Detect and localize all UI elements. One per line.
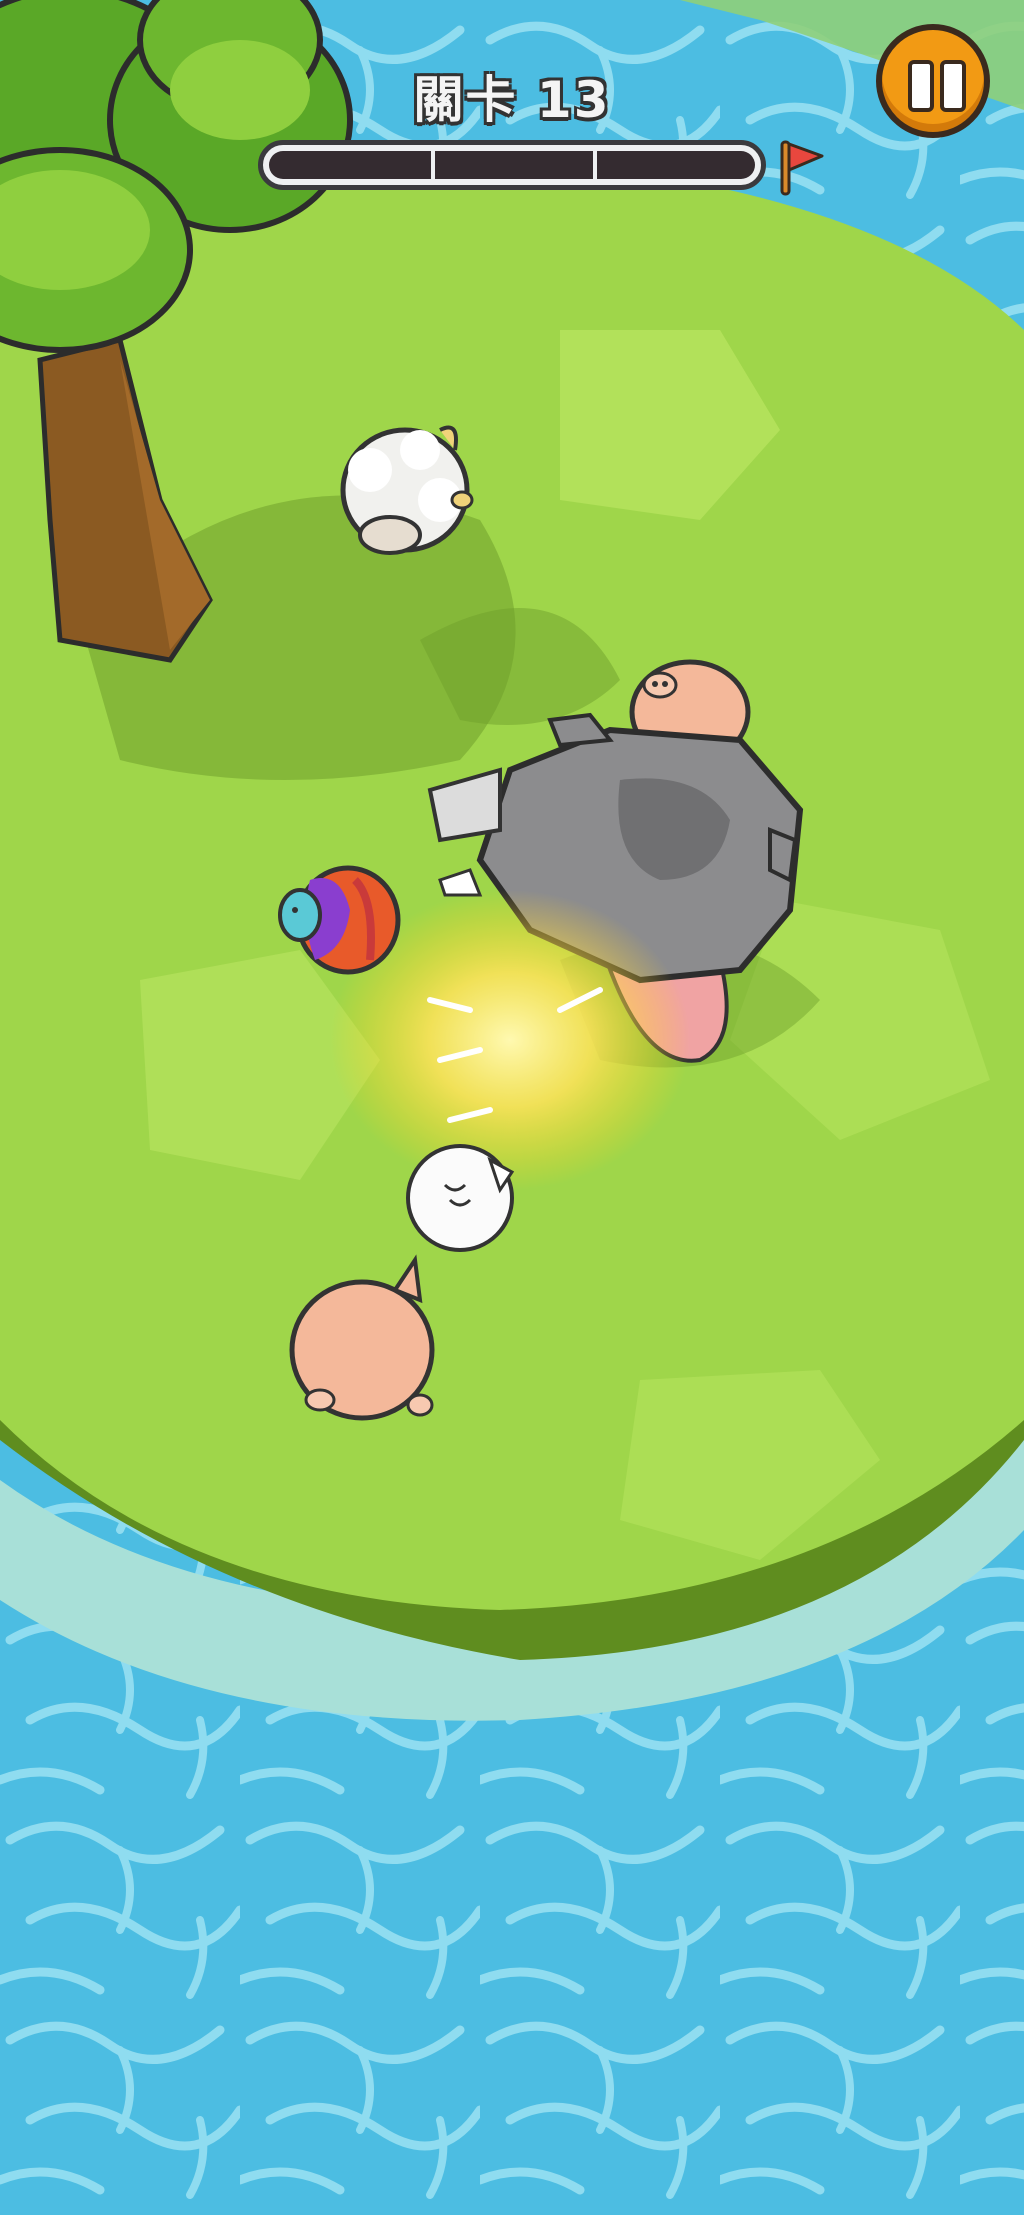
progress-divider bbox=[430, 151, 435, 179]
level-label: 關卡 13 bbox=[413, 71, 611, 129]
progress-divider bbox=[592, 151, 597, 179]
pause-icon bbox=[908, 60, 934, 112]
white-cat-character[interactable] bbox=[406, 1144, 515, 1252]
goal-flag-icon bbox=[780, 140, 824, 196]
level-progress-bar bbox=[258, 140, 766, 190]
game-scene[interactable] bbox=[0, 0, 1024, 2215]
pause-icon bbox=[940, 60, 966, 112]
pause-button[interactable] bbox=[876, 24, 990, 138]
